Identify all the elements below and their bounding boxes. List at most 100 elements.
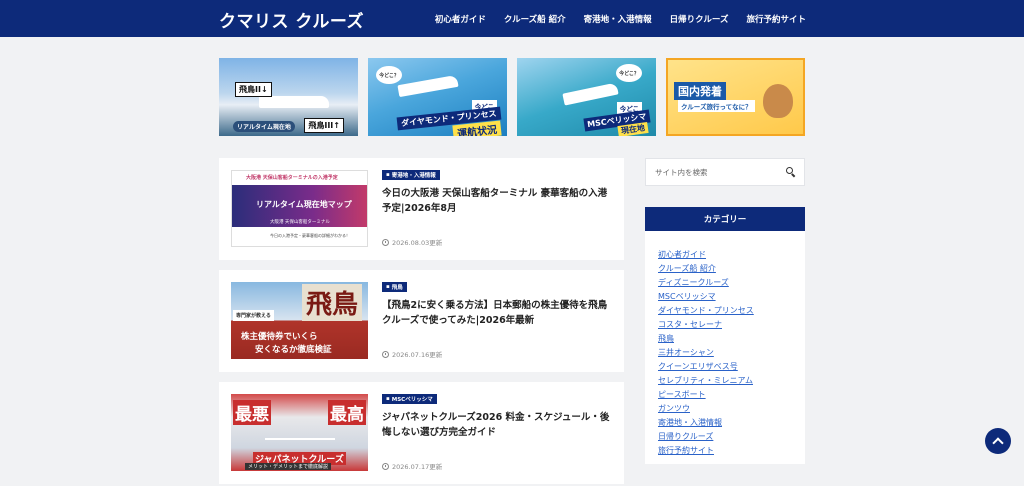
article-date: 2026.07.16更新 [382,349,442,359]
category-badge[interactable]: ▪ MSCベリッシマ [382,394,437,404]
double-arrow-icon [265,438,335,440]
category-item: ディズニークルーズ [658,273,754,287]
banner-label: 国内発着 [674,82,726,100]
scroll-to-top-button[interactable] [985,428,1011,454]
category-badge[interactable]: ▪ 飛鳥 [382,282,407,292]
category-item: 初心者ガイド [658,245,754,259]
category-link-day-cruise[interactable]: 日帰りクルーズ [658,432,713,441]
date-text: 2026.07.16更新 [392,351,443,359]
nav-item-beginner-guide[interactable]: 初心者ガイド [435,13,486,25]
article-card[interactable]: 大阪港 天保山客船ターミナルの入港予定 リアルタイム現在地マップ 大阪港 天保山… [219,158,624,260]
category-link-beginner[interactable]: 初心者ガイド [658,250,706,259]
ship-image [562,82,619,106]
banner-label: 飛鳥III↑ [304,118,344,133]
article-thumbnail[interactable]: 最悪 最高 ジャパネットクルーズ メリット・デメリットまで徹底解説 [231,394,368,471]
nav-item-booking-sites[interactable]: 旅行予約サイト [746,13,806,25]
category-link-ports[interactable]: 寄港地・入港情報 [658,418,722,427]
category-link-guntu[interactable]: ガンツウ [658,404,690,413]
article-card[interactable]: 最悪 最高 ジャパネットクルーズ メリット・デメリットまで徹底解説 ▪ MSCベリ… [219,382,624,484]
category-list: 初心者ガイド クルーズ船 紹介 ディズニークルーズ MSCベリッシマ ダイヤモン… [658,245,754,455]
nav-item-day-cruise[interactable]: 日帰りクルーズ [670,13,729,25]
banner-diamond-princess[interactable]: 今どこ？ 今どこ ダイヤモンド・プリンセス 運航状況 [368,58,507,136]
thumb-text: リアルタイム現在地マップ [256,200,352,209]
global-nav: 初心者ガイド クルーズ船 紹介 寄港地・入港情報 日帰りクルーズ 旅行予約サイト [435,0,806,37]
folder-icon: ▪ [386,284,390,290]
thumb-text: 飛鳥 [301,284,362,321]
banner-label: 飛鳥II↓ [235,82,272,97]
category-item: ダイヤモンド・プリンセス [658,301,754,315]
thumb-text: 大阪港 天保山客船ターミナルの入港予定 [246,175,338,181]
site-logo[interactable]: クマリス クルーズ [219,7,364,32]
banner-msc-bellissima[interactable]: 今どこ？ 今どこ MSCベリッシマ 現在地 [517,58,656,136]
category-item: 日帰りクルーズ [658,427,754,441]
category-link-celebrity[interactable]: セレブリティ・ミレニアム [658,376,753,385]
site-search [645,158,805,186]
category-item: セレブリティ・ミレニアム [658,371,754,385]
thumb-text: 大阪港 天保山客船ターミナル [270,220,330,225]
thumb-text: 株主優待券でいくら [241,332,318,342]
article-card[interactable]: 飛鳥 専門家が教える 株主優待券でいくら 安くなるか徹底検証 ▪ 飛鳥 【飛鳥2に… [219,270,624,372]
thumb-text: 安くなるか徹底検証 [255,345,332,355]
banner-row: 飛鳥II↓ 飛鳥III↑ リアルタイム現在地 今どこ？ 今どこ ダイヤモンド・プ… [219,58,805,136]
date-text: 2026.08.03更新 [392,239,443,247]
folder-icon: ▪ [386,396,390,402]
category-link-booking[interactable]: 旅行予約サイト [658,446,714,455]
category-link-asuka[interactable]: 飛鳥 [658,334,674,343]
article-date: 2026.07.17更新 [382,461,442,471]
category-widget: 初心者ガイド クルーズ船 紹介 ディズニークルーズ MSCベリッシマ ダイヤモン… [645,231,805,464]
speech-bubble: 今どこ？ [376,66,402,84]
category-link-queen-elizabeth[interactable]: クイーンエリザベス号 [658,362,738,371]
bear-mascot-icon [763,84,793,118]
banner-asuka-location[interactable]: 飛鳥II↓ 飛鳥III↑ リアルタイム現在地 [219,58,358,136]
clock-icon [382,238,389,246]
speech-bubble: 今どこ？ [616,64,642,82]
thumb-text: 今日の入港予定・豪華客船の詳細がわかる！ [270,233,350,238]
category-item: クルーズ船 紹介 [658,259,754,273]
category-item: 旅行予約サイト [658,441,754,455]
site-header: クマリス クルーズ 初心者ガイド クルーズ船 紹介 寄港地・入港情報 日帰りクル… [0,0,1024,37]
nav-item-port-info[interactable]: 寄港地・入港情報 [584,13,652,25]
thumb-text: 最高 [328,400,366,425]
category-item: コスタ・セレーナ [658,315,754,329]
category-item: MSCベリッシマ [658,287,754,301]
category-link-ships[interactable]: クルーズ船 紹介 [658,264,716,273]
category-badge[interactable]: ▪ 寄港地・入港情報 [382,170,440,180]
clock-icon [382,350,389,358]
date-text: 2026.07.17更新 [392,463,443,471]
category-item: 三井オーシャン [658,343,754,357]
banner-label: クルーズ旅行ってなに？ [678,100,755,112]
thumb-text: メリット・デメリットまで徹底解説 [245,463,332,470]
thumb-text: 最悪 [233,400,271,425]
category-link-costa-serena[interactable]: コスタ・セレーナ [658,320,722,329]
search-icon[interactable] [786,167,796,178]
category-item: ピースボート [658,385,754,399]
article-date: 2026.08.03更新 [382,237,442,247]
category-widget-title: カテゴリー [645,207,805,231]
category-link-msc[interactable]: MSCベリッシマ [658,292,716,301]
category-link-mitsui-ocean[interactable]: 三井オーシャン [658,348,714,357]
ship-image [397,74,459,98]
search-input[interactable] [646,159,778,185]
thumb-text: 専門家が教える [233,310,274,321]
article-title[interactable]: 【飛鳥2に安く乗る方法】日本郵船の株主優待を飛鳥クルーズで使ってみた|2026年… [382,298,612,328]
category-label: 寄港地・入港情報 [391,173,436,179]
article-thumbnail[interactable]: 大阪港 天保山客船ターミナルの入港予定 リアルタイム現在地マップ 大阪港 天保山… [231,170,368,247]
category-item: 飛鳥 [658,329,754,343]
category-link-disney[interactable]: ディズニークルーズ [658,278,729,287]
category-item: ガンツウ [658,399,754,413]
category-link-diamond-princess[interactable]: ダイヤモンド・プリンセス [658,306,754,315]
banner-domestic-cruise[interactable]: 国内発着 クルーズ旅行ってなに？ [666,58,805,136]
category-link-peace-boat[interactable]: ピースボート [658,390,706,399]
article-title[interactable]: 今日の大阪港 天保山客船ターミナル 豪華客船の入港予定|2026年8月 [382,186,612,216]
category-label: 飛鳥 [391,285,403,291]
clock-icon [382,462,389,470]
category-label: MSCベリッシマ [391,397,433,403]
category-item: クイーンエリザベス号 [658,357,754,371]
category-item: 寄港地・入港情報 [658,413,754,427]
ship-image [259,96,329,108]
article-thumbnail[interactable]: 飛鳥 専門家が教える 株主優待券でいくら 安くなるか徹底検証 [231,282,368,359]
folder-icon: ▪ [386,172,390,178]
chevron-up-icon [992,437,1004,449]
nav-item-ship-intro[interactable]: クルーズ船 紹介 [504,13,566,25]
article-title[interactable]: ジャパネットクルーズ2026 料金・スケジュール・後悔しない選び方完全ガイド [382,410,612,440]
